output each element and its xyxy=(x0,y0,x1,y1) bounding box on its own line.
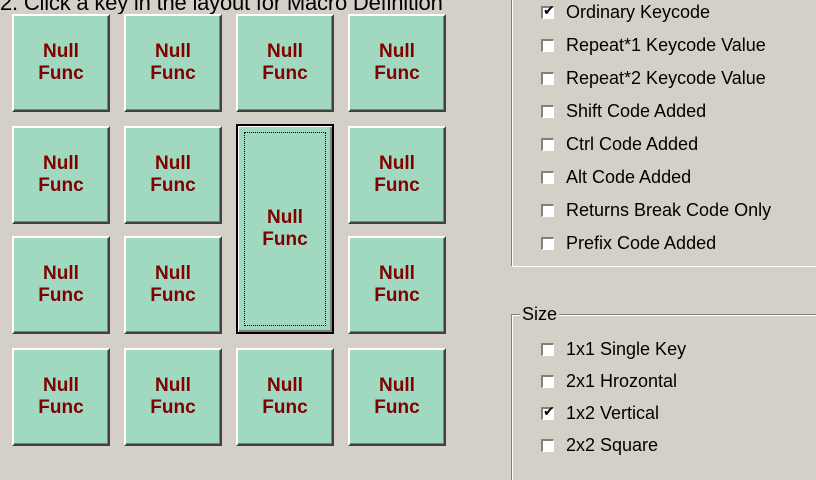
key-label-top: Null xyxy=(379,153,415,174)
key-label-bottom: Func xyxy=(38,63,84,84)
option-repeat1-keycode[interactable]: Repeat*1 Keycode Value xyxy=(541,31,766,59)
key-layout-grid: Null Func Null Func Null Func Null Func Null… xyxy=(0,0,470,467)
option-label: Repeat*2 Keycode Value xyxy=(566,67,766,88)
option-label: 1x1 Single Key xyxy=(566,338,687,359)
size-2x2-square[interactable]: 2x2 Square xyxy=(541,431,658,459)
checkbox[interactable] xyxy=(541,438,554,452)
option-label: 1x2 Vertical xyxy=(566,402,660,423)
key-r1c3[interactable]: Null Func xyxy=(236,14,334,112)
key-r4c2[interactable]: Null Func xyxy=(124,348,222,446)
key-label-top: Null xyxy=(267,41,303,62)
key-label-top: Null xyxy=(43,41,79,62)
checkbox[interactable] xyxy=(541,38,554,52)
key-label-bottom: Func xyxy=(150,397,196,418)
checkbox[interactable] xyxy=(541,137,554,151)
key-label-top: Null xyxy=(43,375,79,396)
key-r4c1[interactable]: Null Func xyxy=(12,348,110,446)
checkbox[interactable] xyxy=(541,170,554,184)
size-group: Size 1x1 Single Key 2x1 Hrozontal 1x2 Ve… xyxy=(511,304,816,480)
key-label-bottom: Func xyxy=(262,63,308,84)
key-label-top: Null xyxy=(155,153,191,174)
key-label-top: Null xyxy=(379,263,415,284)
size-1x2-vertical[interactable]: 1x2 Vertical xyxy=(541,399,659,427)
size-group-title: Size xyxy=(520,304,560,324)
key-label-bottom: Func xyxy=(38,285,84,306)
key-label-bottom: Func xyxy=(38,175,84,196)
key-label-top: Null xyxy=(43,153,79,174)
key-label-top: Null xyxy=(155,41,191,62)
option-label: 2x1 Hrozontal xyxy=(566,370,678,391)
option-label: Alt Code Added xyxy=(566,166,692,187)
key-label-top: Null xyxy=(155,263,191,284)
key-label-bottom: Func xyxy=(374,63,420,84)
checkbox[interactable] xyxy=(541,236,554,250)
keycode-options-group: Ordinary Keycode Repeat*1 Keycode Value … xyxy=(511,0,816,266)
key-r2c1[interactable]: Null Func xyxy=(12,126,110,224)
key-label-bottom: Func xyxy=(150,285,196,306)
key-label-bottom: Func xyxy=(374,175,420,196)
key-r1c4[interactable]: Null Func xyxy=(348,14,446,112)
key-label-top: Null xyxy=(155,375,191,396)
option-label: Ctrl Code Added xyxy=(566,133,699,154)
option-label: Repeat*1 Keycode Value xyxy=(566,34,766,55)
key-r3c2[interactable]: Null Func xyxy=(124,236,222,334)
checkbox[interactable] xyxy=(541,203,554,217)
size-2x1-horizontal[interactable]: 2x1 Hrozontal xyxy=(541,367,677,395)
key-label-bottom: Func xyxy=(262,397,308,418)
option-ordinary-keycode[interactable]: Ordinary Keycode xyxy=(541,0,710,26)
key-r1c2[interactable]: Null Func xyxy=(124,14,222,112)
key-r1c1[interactable]: Null Func xyxy=(12,14,110,112)
key-r2c4[interactable]: Null Func xyxy=(348,126,446,224)
option-alt-code[interactable]: Alt Code Added xyxy=(541,163,691,191)
option-label: Ordinary Keycode xyxy=(566,1,711,22)
key-label-bottom: Func xyxy=(150,63,196,84)
key-label-bottom: Func xyxy=(38,397,84,418)
option-label: Shift Code Added xyxy=(566,100,707,121)
checkbox-checked[interactable] xyxy=(541,404,555,420)
option-ctrl-code[interactable]: Ctrl Code Added xyxy=(541,130,698,158)
option-shift-code[interactable]: Shift Code Added xyxy=(541,97,706,125)
checkbox[interactable] xyxy=(541,342,554,356)
option-label: Returns Break Code Only xyxy=(566,199,772,220)
checkbox[interactable] xyxy=(541,71,554,85)
key-label-bottom: Func xyxy=(374,285,420,306)
option-repeat2-keycode[interactable]: Repeat*2 Keycode Value xyxy=(541,64,766,92)
key-label-top: Null xyxy=(379,41,415,62)
key-label-top: Null xyxy=(267,207,303,228)
checkbox[interactable] xyxy=(541,374,554,388)
size-1x1-single-key[interactable]: 1x1 Single Key xyxy=(541,335,686,363)
key-label-top: Null xyxy=(267,375,303,396)
key-label-bottom: Func xyxy=(150,175,196,196)
key-r3c1[interactable]: Null Func xyxy=(12,236,110,334)
key-r4c3[interactable]: Null Func xyxy=(236,348,334,446)
checkbox-checked[interactable] xyxy=(541,3,555,19)
key-label-bottom: Func xyxy=(262,229,308,250)
key-r4c4[interactable]: Null Func xyxy=(348,348,446,446)
key-r2c2[interactable]: Null Func xyxy=(124,126,222,224)
option-label: 2x2 Square xyxy=(566,434,659,455)
key-r3c4[interactable]: Null Func xyxy=(348,236,446,334)
option-break-code-only[interactable]: Returns Break Code Only xyxy=(541,196,771,224)
option-label: Prefix Code Added xyxy=(566,232,717,253)
key-label-top: Null xyxy=(379,375,415,396)
key-label-top: Null xyxy=(43,263,79,284)
option-prefix-code[interactable]: Prefix Code Added xyxy=(541,229,716,257)
checkbox[interactable] xyxy=(541,104,554,118)
key-label-bottom: Func xyxy=(374,397,420,418)
key-r2c3-vertical-selected[interactable]: Null Func xyxy=(236,124,334,334)
